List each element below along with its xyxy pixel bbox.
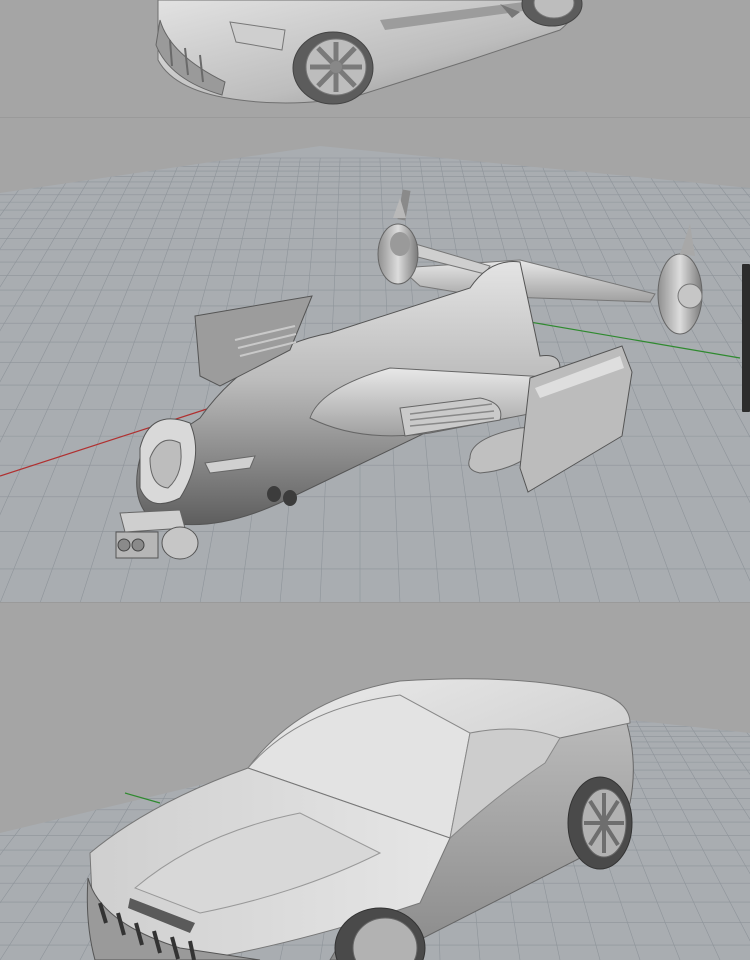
viewport-middle-canvas — [0, 146, 750, 603]
car-model-top[interactable] — [155, 0, 583, 105]
wheel-front-top — [292, 31, 374, 105]
viewport-middle[interactable] — [0, 118, 750, 603]
wheel-rear-bottom — [567, 776, 633, 870]
viewport-bottom[interactable] — [0, 603, 750, 960]
viewport-top[interactable] — [0, 0, 750, 118]
viewport-top-canvas — [155, 0, 583, 105]
viewport-bottom-canvas — [0, 678, 750, 960]
scroll-handle[interactable] — [742, 264, 750, 412]
